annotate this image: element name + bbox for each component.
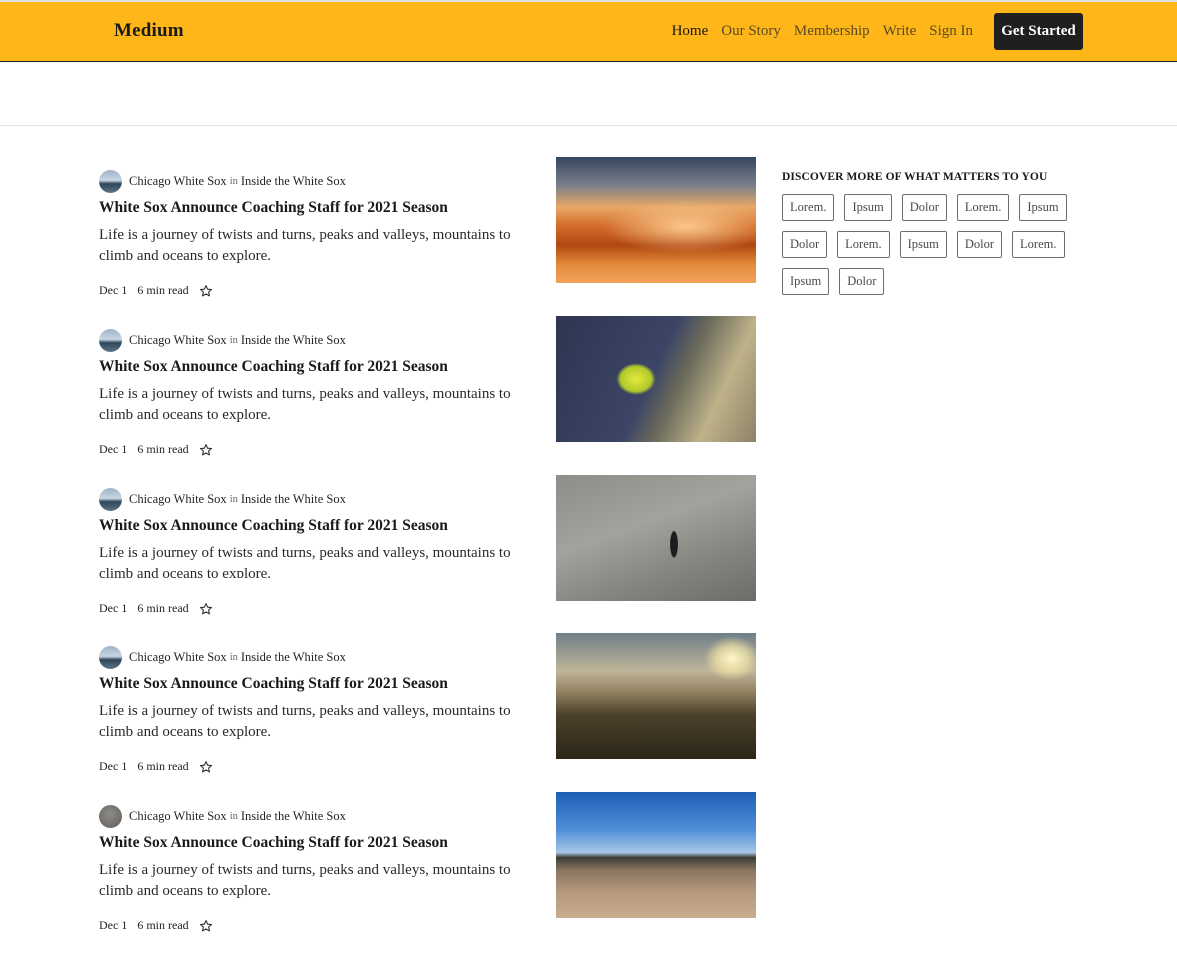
article-meta: Chicago White Sox in Inside the White So…: [99, 487, 346, 511]
man-walking-road-image[interactable]: [556, 475, 756, 601]
article-excerpt[interactable]: Life is a journey of twists and turns, p…: [99, 543, 524, 578]
discover-sidebar: DISCOVER MORE OF WHAT MATTERS TO YOU Lor…: [782, 171, 1102, 295]
article-excerpt[interactable]: Life is a journey of twists and turns, p…: [99, 384, 524, 426]
topic-tag[interactable]: Ipsum: [1019, 194, 1067, 221]
article-title[interactable]: White Sox Announce Coaching Staff for 20…: [99, 517, 448, 535]
topic-tag[interactable]: Ipsum: [782, 268, 830, 295]
sidebar-title: DISCOVER MORE OF WHAT MATTERS TO YOU: [782, 171, 1048, 183]
article-meta: Chicago White Sox in Inside the White So…: [99, 804, 346, 828]
in-label: in: [229, 334, 238, 346]
in-label: in: [229, 493, 238, 505]
article-card[interactable]: Chicago White Sox in Inside the White So…: [99, 316, 759, 463]
get-started-button[interactable]: Get Started: [994, 13, 1083, 50]
avatar[interactable]: [99, 645, 122, 669]
article-title[interactable]: White Sox Announce Coaching Staff for 20…: [99, 199, 448, 217]
nav-write-link[interactable]: Write: [883, 21, 917, 41]
topic-tag[interactable]: Lorem.: [956, 194, 1010, 221]
top-header: Medium Home Our Story Membership Write S…: [0, 0, 1177, 62]
topic-tag[interactable]: Dolor: [956, 231, 1003, 258]
avatar[interactable]: [99, 487, 122, 511]
sunset-clouds-image[interactable]: [556, 157, 756, 283]
star-icon[interactable]: [199, 760, 213, 774]
article-excerpt[interactable]: Life is a journey of twists and turns, p…: [99, 225, 524, 267]
topic-tag[interactable]: Ipsum: [844, 194, 892, 221]
article-meta: Chicago White Sox in Inside the White So…: [99, 169, 346, 193]
medium-logo[interactable]: Medium: [114, 20, 184, 42]
wooden-deck-image[interactable]: [556, 792, 756, 918]
article-date: Dec 1: [99, 442, 128, 456]
star-icon[interactable]: [199, 284, 213, 298]
article-date: Dec 1: [99, 601, 128, 615]
publication-name[interactable]: Inside the White Sox: [241, 333, 346, 348]
article-card[interactable]: Chicago White Sox in Inside the White So…: [99, 475, 759, 622]
topic-tag[interactable]: Lorem.: [782, 194, 835, 221]
nav-our-story-link[interactable]: Our Story: [721, 21, 781, 41]
article-title[interactable]: White Sox Announce Coaching Staff for 20…: [99, 675, 448, 693]
nav-sign-in-link[interactable]: Sign In: [929, 21, 973, 41]
article-date: Dec 1: [99, 918, 128, 932]
author-name[interactable]: Chicago White Sox: [129, 809, 227, 824]
star-icon[interactable]: [199, 602, 213, 616]
article-title[interactable]: White Sox Announce Coaching Staff for 20…: [99, 358, 448, 376]
publication-name[interactable]: Inside the White Sox: [241, 809, 346, 824]
in-label: in: [229, 810, 238, 822]
article-date: Dec 1: [99, 283, 128, 297]
publication-name[interactable]: Inside the White Sox: [241, 174, 346, 189]
article-footer: Dec 1 6 min read: [99, 918, 213, 933]
read-time: 6 min read: [137, 918, 189, 932]
article-card[interactable]: Chicago White Sox in Inside the White So…: [99, 633, 759, 780]
topic-tag[interactable]: Lorem.: [837, 231, 890, 258]
nav-membership-link[interactable]: Membership: [794, 21, 870, 41]
section-divider: [0, 125, 1177, 126]
article-excerpt[interactable]: Life is a journey of twists and turns, p…: [99, 860, 524, 902]
topic-tag[interactable]: Dolor: [782, 231, 828, 258]
read-time: 6 min read: [137, 442, 189, 456]
author-name[interactable]: Chicago White Sox: [129, 650, 227, 665]
read-time: 6 min read: [137, 283, 189, 297]
avatar[interactable]: [99, 804, 122, 828]
article-meta: Chicago White Sox in Inside the White So…: [99, 645, 346, 669]
avatar[interactable]: [99, 328, 122, 352]
article-footer: Dec 1 6 min read: [99, 601, 213, 616]
article-footer: Dec 1 6 min read: [99, 759, 213, 774]
article-meta: Chicago White Sox in Inside the White So…: [99, 328, 346, 352]
avatar[interactable]: [99, 169, 122, 193]
article-excerpt[interactable]: Life is a journey of twists and turns, p…: [99, 701, 524, 743]
star-icon[interactable]: [199, 919, 213, 933]
author-name[interactable]: Chicago White Sox: [129, 174, 227, 189]
topic-tag[interactable]: Lorem.: [1012, 231, 1065, 258]
topic-tags: Lorem. Ipsum Dolor Lorem. Ipsum Dolor Lo…: [782, 194, 1102, 295]
publication-name[interactable]: Inside the White Sox: [241, 650, 346, 665]
nav-home-link[interactable]: Home: [672, 21, 709, 41]
in-label: in: [229, 175, 238, 187]
author-name[interactable]: Chicago White Sox: [129, 492, 227, 507]
read-time: 6 min read: [137, 759, 189, 773]
topic-tag[interactable]: Dolor: [901, 194, 947, 221]
article-footer: Dec 1 6 min read: [99, 442, 213, 457]
read-time: 6 min read: [137, 601, 189, 615]
article-title[interactable]: White Sox Announce Coaching Staff for 20…: [99, 834, 448, 852]
plant-on-rock-image[interactable]: [556, 316, 756, 442]
star-icon[interactable]: [199, 443, 213, 457]
article-card[interactable]: Chicago White Sox in Inside the White So…: [99, 157, 759, 304]
article-date: Dec 1: [99, 759, 128, 773]
top-nav: Home Our Story Membership Write Sign In: [659, 21, 973, 41]
in-label: in: [229, 651, 238, 663]
author-name[interactable]: Chicago White Sox: [129, 333, 227, 348]
topic-tag[interactable]: Ipsum: [899, 231, 947, 258]
topic-tag[interactable]: Dolor: [839, 268, 885, 295]
sunlit-valley-image[interactable]: [556, 633, 756, 759]
publication-name[interactable]: Inside the White Sox: [241, 492, 346, 507]
article-card[interactable]: Chicago White Sox in Inside the White So…: [99, 792, 759, 939]
article-footer: Dec 1 6 min read: [99, 283, 213, 298]
